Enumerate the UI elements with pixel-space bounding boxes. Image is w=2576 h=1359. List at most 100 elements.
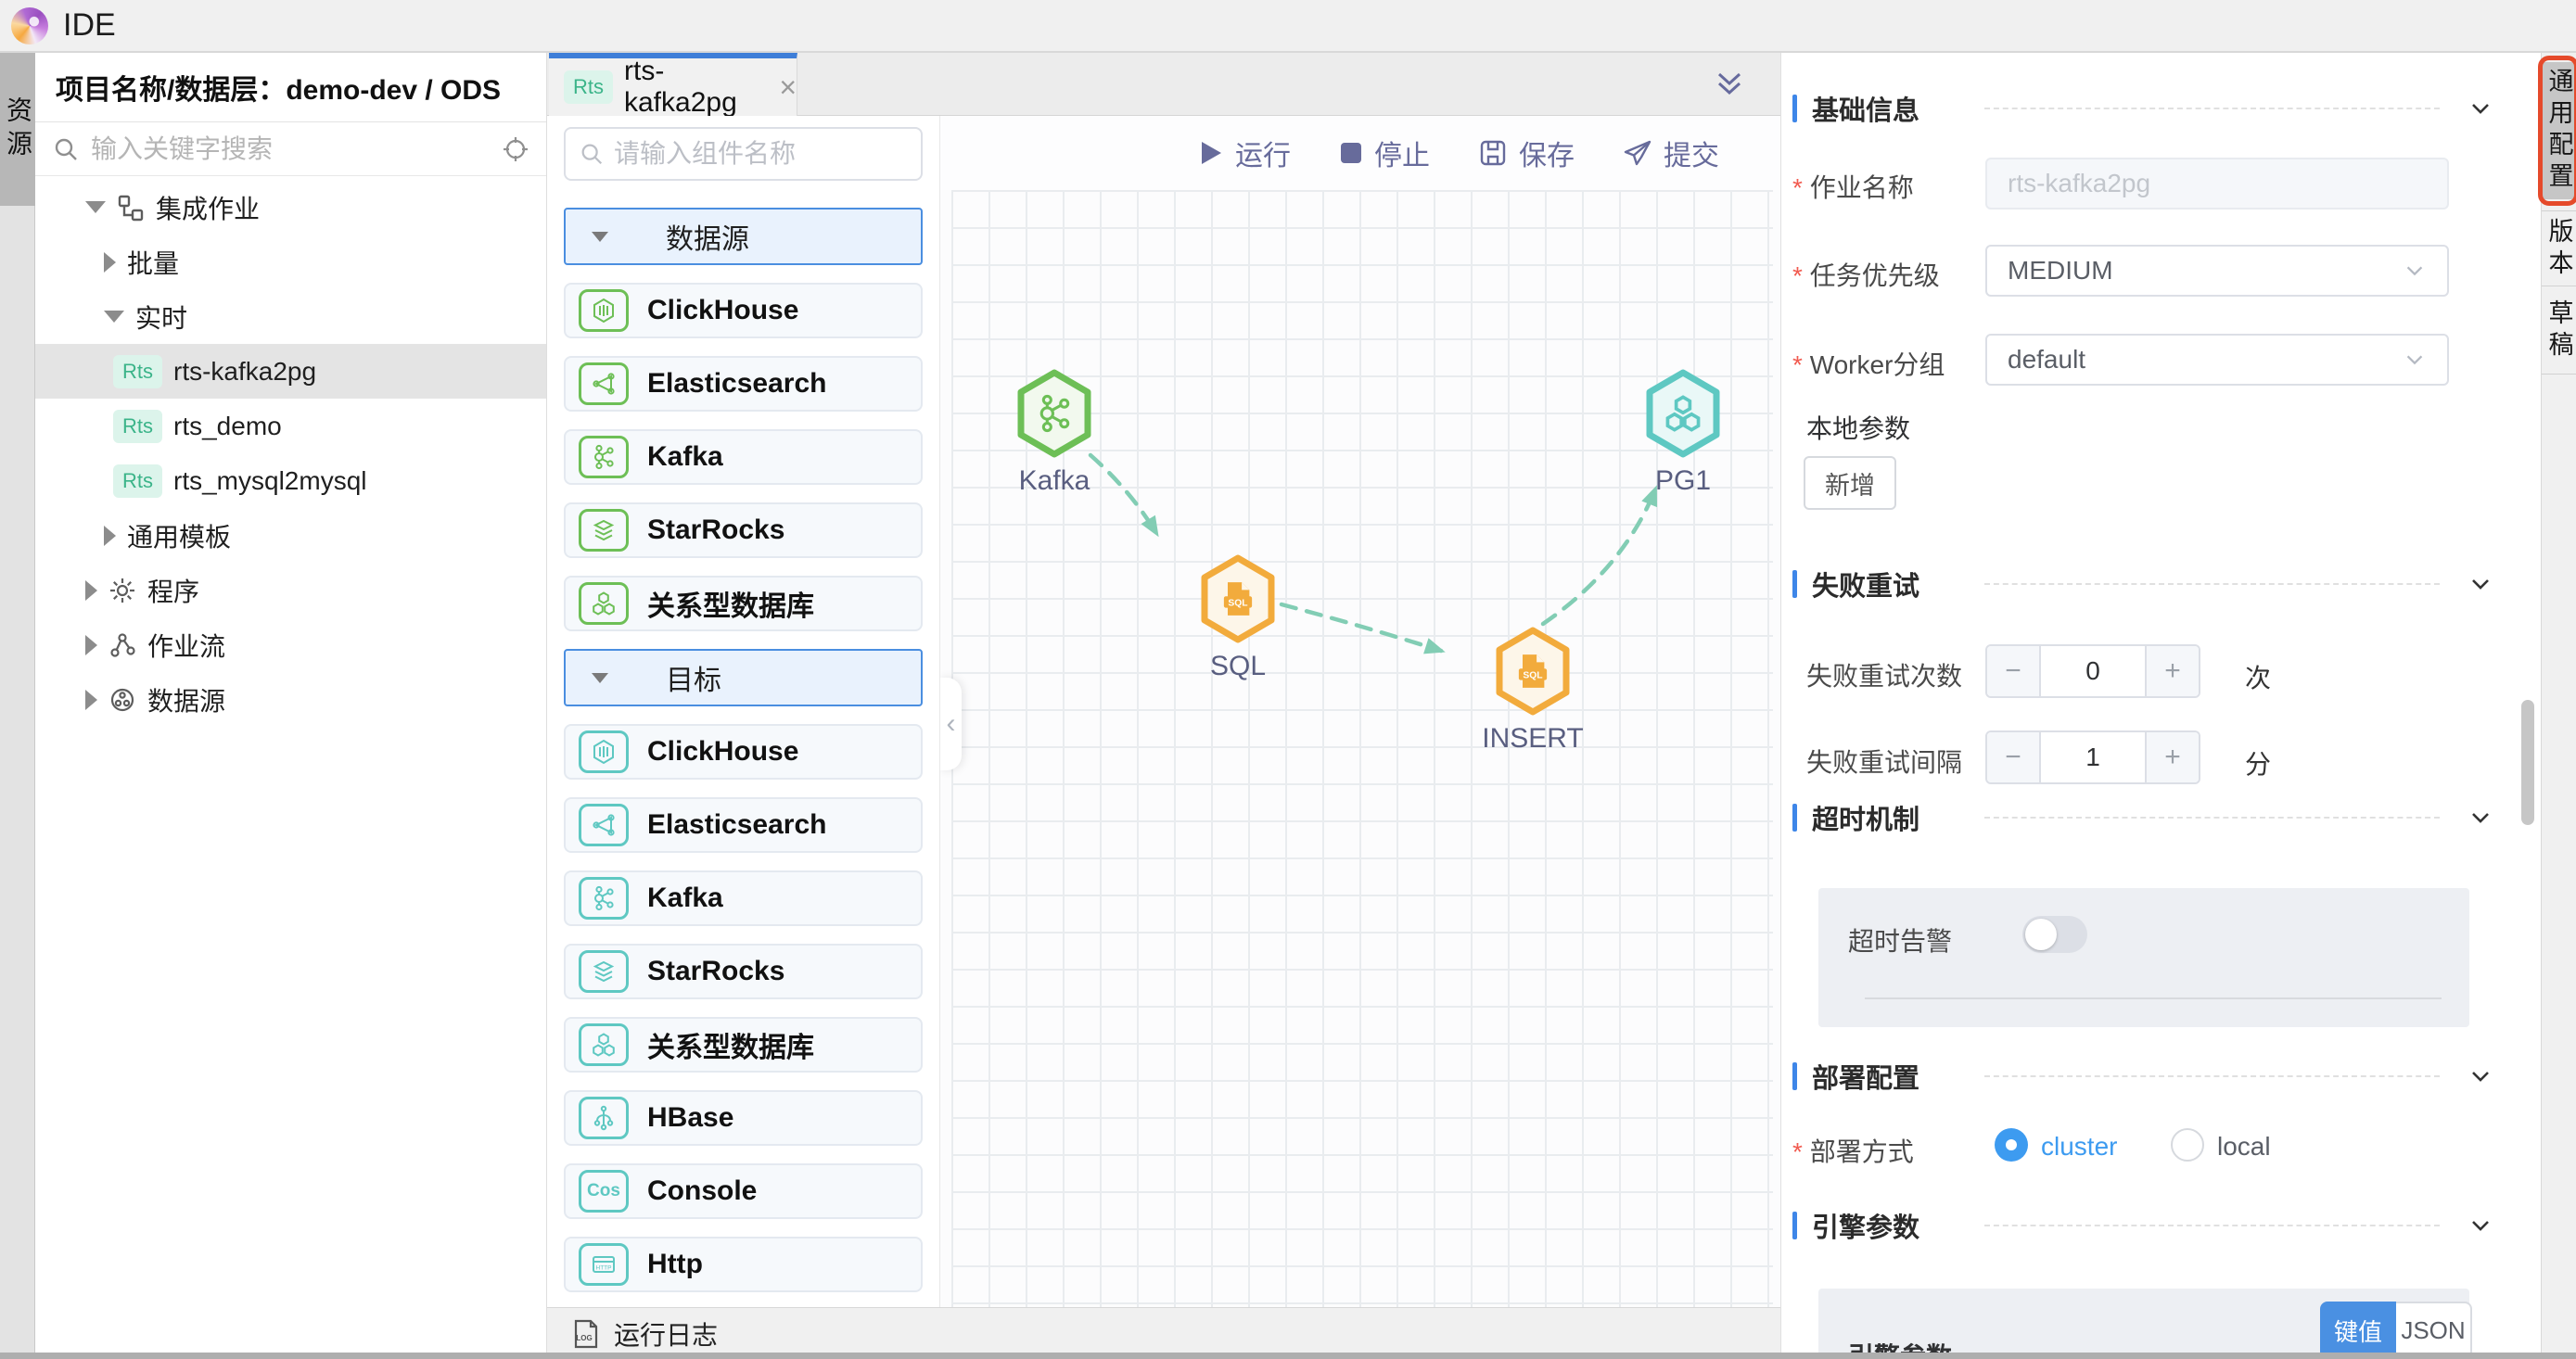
run-log-bar[interactable]: LOG 运行日志 [547,1307,1780,1359]
chevron-down-icon[interactable] [2468,95,2493,121]
palette-item-elasticsearch-target[interactable]: Elasticsearch [564,797,923,853]
plus-button[interactable]: + [2147,732,2199,782]
caret-right-icon[interactable] [85,580,97,601]
palette-section-source[interactable]: 数据源 [564,208,923,265]
minus-button[interactable]: − [1987,646,2039,696]
explorer-search-input[interactable] [91,134,491,164]
double-chevron-down-icon[interactable] [1712,68,1747,103]
caret-right-icon[interactable] [85,690,97,710]
run-button[interactable]: 运行 [1198,133,1291,173]
minus-button[interactable]: − [1987,732,2039,782]
section-engine[interactable]: 引擎参数 [1792,1209,2493,1242]
section-divider [1984,1075,2440,1077]
tree-item-batch[interactable]: 批量 [35,235,546,289]
section-title: 数据源 [666,216,749,257]
tree-item-rts-mysql2mysql[interactable]: Rts rts_mysql2mysql [35,453,546,508]
palette-item-kafka-source[interactable]: Kafka [564,429,923,485]
section-retry[interactable]: 失败重试 [1792,567,2493,601]
chevron-down-icon[interactable] [2468,805,2493,831]
caret-down-icon[interactable] [104,311,124,323]
tree-item-rts-demo[interactable]: Rts rts_demo [35,399,546,453]
caret-right-icon[interactable] [85,635,97,655]
canvas-grid[interactable] [951,190,1773,1307]
chevron-down-icon[interactable] [2468,1063,2493,1089]
panel-scrollbar-thumb[interactable] [2521,700,2534,825]
retry-interval-value[interactable]: 1 [2039,732,2147,782]
radio-local[interactable] [2171,1128,2204,1162]
palette-collapse-handle[interactable]: ‹ [940,678,962,770]
tree-item-program[interactable]: 程序 [35,563,546,617]
rail-tab-version[interactable]: 版本 [2542,213,2576,286]
palette-item-clickhouse-source[interactable]: ClickHouse [564,283,923,338]
timeout-alarm-toggle[interactable] [2022,916,2087,953]
palette-item-clickhouse-target[interactable]: ClickHouse [564,724,923,780]
caret-right-icon[interactable] [104,252,116,273]
caret-right-icon[interactable] [104,526,116,546]
priority-select[interactable]: MEDIUM [1985,245,2449,297]
palette-item-elasticsearch-source[interactable]: Elasticsearch [564,356,923,412]
palette-section-target[interactable]: 目标 [564,649,923,706]
tree-item-workflow[interactable]: 作业流 [35,617,546,672]
node-insert[interactable]: SQL INSERT [1482,627,1584,755]
save-button[interactable]: 保存 [1478,133,1575,173]
radio-local-label[interactable]: local [2217,1132,2271,1162]
caret-down-icon [592,673,608,683]
section-basic-info[interactable]: 基础信息 [1792,92,2493,125]
palette-item-hbase-target[interactable]: HBase [564,1090,923,1146]
palette-item-starrocks-target[interactable]: StarRocks [564,944,923,999]
add-param-button[interactable]: 新增 [1804,456,1896,510]
sql-file-icon: SQL [1218,578,1258,619]
tree-item-integration[interactable]: 集成作业 [35,180,546,235]
tree-item-template[interactable]: 通用模板 [35,508,546,563]
kv-mode-button[interactable]: 键值 [2320,1302,2396,1359]
palette-item-label: 关系型数据库 [647,1024,814,1065]
workflow-icon [108,631,136,659]
section-title: 基础信息 [1812,89,1919,128]
tab-close-icon[interactable]: × [779,70,797,105]
submit-button[interactable]: 提交 [1623,133,1719,173]
tab-rts-kafka2pg[interactable]: Rts rts-kafka2pg × [549,53,797,116]
kafka-icon [579,877,629,920]
retry-count-value[interactable]: 0 [2039,646,2147,696]
plus-button[interactable]: + [2147,646,2199,696]
node-kafka[interactable]: Kafka [1003,369,1105,497]
svg-text:LOG: LOG [576,1334,592,1342]
node-sql[interactable]: SQL SQL [1187,554,1289,682]
palette-item-rdb-target[interactable]: 关系型数据库 [564,1017,923,1073]
caret-down-icon[interactable] [85,201,106,213]
left-rail: 资源 [0,53,35,1359]
locate-icon[interactable] [502,135,529,163]
save-label: 保存 [1519,133,1575,173]
relational-db-icon [579,1023,629,1066]
palette-search-input[interactable] [614,139,908,169]
tree-item-rts-kafka2pg[interactable]: Rts rts-kafka2pg [35,344,546,399]
palette-item-kafka-target[interactable]: Kafka [564,870,923,926]
rail-tab-resources[interactable]: 资源 [0,53,35,206]
node-label: PG1 [1655,465,1711,497]
tree-item-datasource[interactable]: 数据源 [35,672,546,727]
submit-icon [1623,138,1652,168]
chevron-down-icon[interactable] [2468,571,2493,597]
flow-canvas[interactable]: 运行 停止 保存 提交 [939,116,1780,1307]
node-pg1[interactable]: PG1 [1632,369,1734,497]
tree-item-realtime[interactable]: 实时 [35,289,546,344]
section-timeout[interactable]: 超时机制 [1792,801,2493,834]
palette-item-starrocks-source[interactable]: StarRocks [564,502,923,558]
section-deploy[interactable]: 部署配置 [1792,1060,2493,1093]
palette-item-http-target[interactable]: HTTP Http [564,1237,923,1292]
integration-jobs-icon [117,194,145,222]
rail-tab-general-config[interactable]: 通用配置 [2542,62,2576,199]
palette-item-label: HBase [647,1102,733,1134]
palette-item-rdb-source[interactable]: 关系型数据库 [564,576,923,631]
chevron-down-icon[interactable] [2468,1213,2493,1238]
palette-item-console-target[interactable]: Cos Console [564,1163,923,1219]
rail-tab-draft[interactable]: 草稿 [2542,288,2576,374]
worker-group-select[interactable]: default [1985,334,2449,386]
json-mode-button[interactable]: JSON [2396,1302,2472,1359]
radio-cluster-label[interactable]: cluster [2041,1132,2117,1162]
job-name-input[interactable]: rts-kafka2pg [1985,158,2449,210]
chevron-down-icon [2403,259,2427,283]
stop-button[interactable]: 停止 [1339,133,1430,173]
relational-db-icon [579,582,629,625]
radio-cluster[interactable] [1995,1128,2028,1162]
